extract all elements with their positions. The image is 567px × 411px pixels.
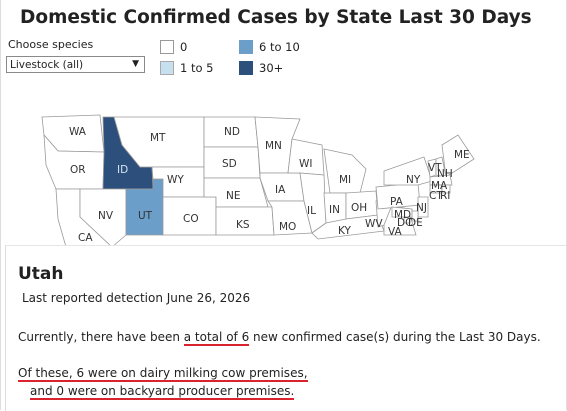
state-label-SD: SD	[222, 158, 237, 170]
state-label-KY: KY	[338, 225, 352, 237]
species-dropdown-value: Livestock (all)	[10, 59, 84, 71]
state-label-UT: UT	[138, 210, 153, 222]
state-label-ID: ID	[117, 164, 128, 176]
state-label-MN: MN	[265, 140, 282, 152]
state-label-WY: WY	[167, 174, 184, 186]
state-label-DE: DE	[408, 217, 423, 229]
state-label-NJ: NJ	[416, 202, 427, 214]
legend-item-6to10: 6 to 10	[239, 40, 300, 54]
legend-item-1to5: 1 to 5	[160, 61, 214, 75]
state-label-WA: WA	[69, 126, 87, 138]
dashboard-title: Domestic Confirmed Cases by State Last 3…	[20, 7, 532, 28]
legend-item-0: 0	[160, 40, 187, 54]
state-label-OH: OH	[351, 202, 367, 214]
dropdown-arrow-icon[interactable]: ▼	[132, 57, 139, 71]
state-label-RI: RI	[440, 190, 450, 202]
state-label-CO: CO	[183, 213, 199, 225]
state-label-WV: WV	[365, 218, 383, 230]
state-label-MI: MI	[339, 174, 351, 186]
state-label-ME: ME	[454, 149, 470, 161]
state-label-OR: OR	[70, 164, 86, 176]
state-label-CA: CA	[78, 232, 93, 244]
species-filter-label: Choose species	[8, 38, 94, 51]
legend-swatch	[160, 40, 174, 54]
case-summary-text: Currently, there have been a total of 6 …	[18, 330, 541, 346]
legend-label: 6 to 10	[259, 40, 300, 54]
state-label-MO: MO	[279, 221, 296, 233]
summary-prefix: Currently, there have been	[18, 330, 184, 344]
state-label-NY: NY	[406, 174, 421, 186]
dairy-premises-text: Of these, 6 were on dairy milking cow pr…	[18, 366, 308, 382]
backyard-premises-text: and 0 were on backyard producer premises…	[30, 384, 295, 400]
legend-swatch	[160, 61, 174, 75]
state-detail-panel: Utah Last reported detection June 26, 20…	[5, 245, 566, 411]
legend-swatch	[239, 40, 253, 54]
state-label-NH: NH	[437, 168, 453, 180]
legend-label: 0	[180, 40, 188, 54]
legend-label: 30+	[259, 61, 284, 75]
state-label-WI: WI	[299, 158, 312, 170]
legend-item-30plus: 30+	[239, 61, 283, 75]
legend-label: 1 to 5	[180, 61, 214, 75]
species-dropdown[interactable]: Livestock (all) ▼	[6, 56, 145, 73]
state-label-NE: NE	[226, 190, 241, 202]
state-label-KS: KS	[236, 219, 250, 231]
legend-swatch	[239, 61, 253, 75]
state-label-NV: NV	[98, 210, 114, 222]
state-label-MT: MT	[150, 132, 166, 144]
state-MI[interactable]	[323, 148, 367, 194]
summary-highlight: a total of 6	[183, 330, 250, 346]
state-label-ND: ND	[224, 126, 240, 138]
state-label-IN: IN	[329, 204, 340, 216]
state-label-IA: IA	[275, 184, 286, 196]
state-label-IL: IL	[307, 205, 316, 217]
state-label-PA: PA	[390, 196, 404, 208]
summary-suffix: new confirmed case(s) during the Last 30…	[249, 330, 541, 344]
us-state-map: WA OR CA ID NV UT MT WY CO ND SD NE KS M…	[41, 114, 475, 248]
selected-state-name: Utah	[18, 264, 64, 284]
last-detection-text: Last reported detection June 26, 2026	[22, 291, 251, 305]
